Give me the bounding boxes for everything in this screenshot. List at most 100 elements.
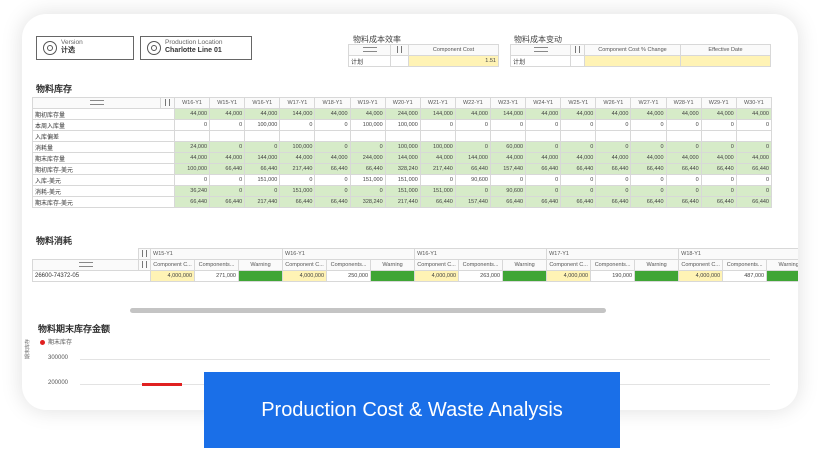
week-header: W28-Y1 xyxy=(665,97,702,109)
sub-header: Components... xyxy=(458,259,504,271)
cell: 66,440 xyxy=(525,196,562,208)
warning-cell xyxy=(237,270,284,282)
warning-cell xyxy=(766,270,798,282)
cell: 0 xyxy=(630,174,667,186)
cell: 44,000 xyxy=(735,108,773,120)
cell: 217,440 xyxy=(419,163,456,175)
y-tick: 200000 xyxy=(48,380,69,386)
column-resize-icon[interactable] xyxy=(138,248,151,260)
week-header: W21-Y1 xyxy=(419,97,456,109)
horizontal-scrollbar[interactable] xyxy=(130,308,606,313)
cell xyxy=(349,130,386,142)
cell: 0 xyxy=(560,141,597,153)
cell: 0 xyxy=(560,119,597,131)
row-label: 期初库存量 xyxy=(32,108,175,120)
cell: 66,440 xyxy=(454,163,491,175)
cell: 0 xyxy=(665,119,702,131)
column-resize-icon[interactable] xyxy=(160,97,175,109)
cell: 44,000 xyxy=(349,108,386,120)
cell: 244,000 xyxy=(349,152,386,164)
cell: 66,440 xyxy=(314,163,351,175)
cell: 0 xyxy=(349,185,386,197)
consumption-section-title: 物料消耗 xyxy=(36,236,73,246)
row-label: 入库偏差 xyxy=(32,130,175,142)
cell: 44,000 xyxy=(665,152,702,164)
cell: 66,440 xyxy=(630,163,667,175)
column-resize-icon[interactable] xyxy=(570,44,585,56)
cell: 44,000 xyxy=(595,108,632,120)
cell: 66,440 xyxy=(665,196,702,208)
effective-date-header: Effective Date xyxy=(680,44,771,56)
week-header: W25-Y1 xyxy=(560,97,597,109)
cell: 66,440 xyxy=(173,196,211,208)
cell: 44,000 xyxy=(560,108,597,120)
table-row: 期末库存量 44,000 44,000 144,000 44,000 44,000 244,… xyxy=(32,152,773,164)
sub-header: Warning xyxy=(634,259,680,271)
cell: 0 xyxy=(173,174,211,186)
component-cost-header: Component Cost xyxy=(408,44,499,56)
radio-icon xyxy=(43,41,57,55)
sub-header: Components... xyxy=(590,259,636,271)
cell: 66,440 xyxy=(279,196,316,208)
cell: 44,000 xyxy=(173,108,211,120)
sub-header: Warning xyxy=(370,259,416,271)
week-header: W27-Y1 xyxy=(630,97,667,109)
week-header: W16-Y1 xyxy=(173,97,211,109)
cell: 0 xyxy=(279,174,316,186)
cell xyxy=(209,130,246,142)
cell xyxy=(595,130,632,142)
cell: 44,000 xyxy=(173,152,211,164)
cell: 66,440 xyxy=(630,196,667,208)
spacer-cell xyxy=(390,55,409,67)
column-resize-icon[interactable] xyxy=(390,44,409,56)
cell: 0 xyxy=(209,119,246,131)
menu-icon[interactable] xyxy=(510,44,571,56)
sub-header: Components... xyxy=(326,259,372,271)
cell: 44,000 xyxy=(209,152,246,164)
cell: 44,000 xyxy=(560,152,597,164)
column-resize-icon[interactable] xyxy=(138,259,151,271)
cell: 0 xyxy=(735,119,773,131)
cell: 0 xyxy=(173,119,211,131)
cell: 0 xyxy=(489,119,527,131)
location-selector[interactable]: Production Location Charlotte Line 01 xyxy=(140,36,252,60)
menu-icon[interactable] xyxy=(32,97,161,109)
menu-icon[interactable] xyxy=(348,44,391,56)
cell: 44,000 xyxy=(314,108,351,120)
cost-change-table: Component Cost % Change Effective Date 计… xyxy=(510,44,771,67)
cell xyxy=(525,130,562,142)
cell: 66,440 xyxy=(700,163,737,175)
location-value: Charlotte Line 01 xyxy=(165,47,222,54)
components-cell: 190,000 xyxy=(590,270,636,282)
cell: 100,000 xyxy=(384,141,421,153)
cell: 44,000 xyxy=(630,152,667,164)
cell xyxy=(314,130,351,142)
cell: 0 xyxy=(349,141,386,153)
cell: 0 xyxy=(244,185,281,197)
table-row: 消耗-美元 36,240 0 0 151,000 0 0 151,000 151,000 0 90,… xyxy=(32,185,773,197)
cell: 0 xyxy=(454,141,491,153)
cell xyxy=(700,130,737,142)
cell xyxy=(279,130,316,142)
cell: 144,000 xyxy=(384,152,421,164)
cell xyxy=(244,130,281,142)
row-label: 计划 xyxy=(510,55,571,67)
chart-title: 物料期末库存金额 xyxy=(38,324,111,334)
cell: 90,600 xyxy=(454,174,491,186)
row-label: 期末库存-美元 xyxy=(32,196,175,208)
component-cost-cell: 4,000,000 xyxy=(414,270,460,282)
version-value: 计选 xyxy=(61,47,75,54)
cell xyxy=(384,130,421,142)
cell: 44,000 xyxy=(595,152,632,164)
menu-icon[interactable] xyxy=(32,259,139,271)
cell: 0 xyxy=(595,141,632,153)
cell: 144,000 xyxy=(244,152,281,164)
week-header: W23-Y1 xyxy=(489,97,527,109)
cell: 0 xyxy=(525,141,562,153)
sub-header: Warning xyxy=(502,259,548,271)
cell: 100,000 xyxy=(384,119,421,131)
table-row: 入库-美元 0 0 151,000 0 0 151,000 151,000 0 90,600 0 0 0… xyxy=(32,174,773,186)
version-selector[interactable]: Version 计选 xyxy=(36,36,134,60)
cell: 100,000 xyxy=(244,119,281,131)
table-row: 26600-74372-05 4,000,000 271,000 4,000,000 2… xyxy=(32,270,798,282)
